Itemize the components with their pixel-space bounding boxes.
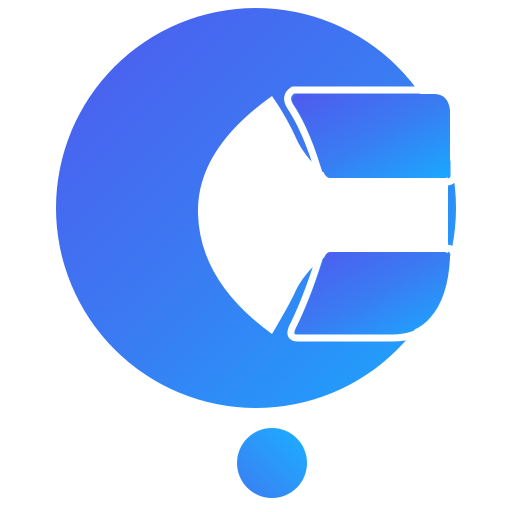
logo-canvas (0, 0, 512, 512)
logo-graphic (56, 8, 512, 498)
c-shape-detail (56, 8, 512, 408)
dot-icon (237, 428, 307, 498)
